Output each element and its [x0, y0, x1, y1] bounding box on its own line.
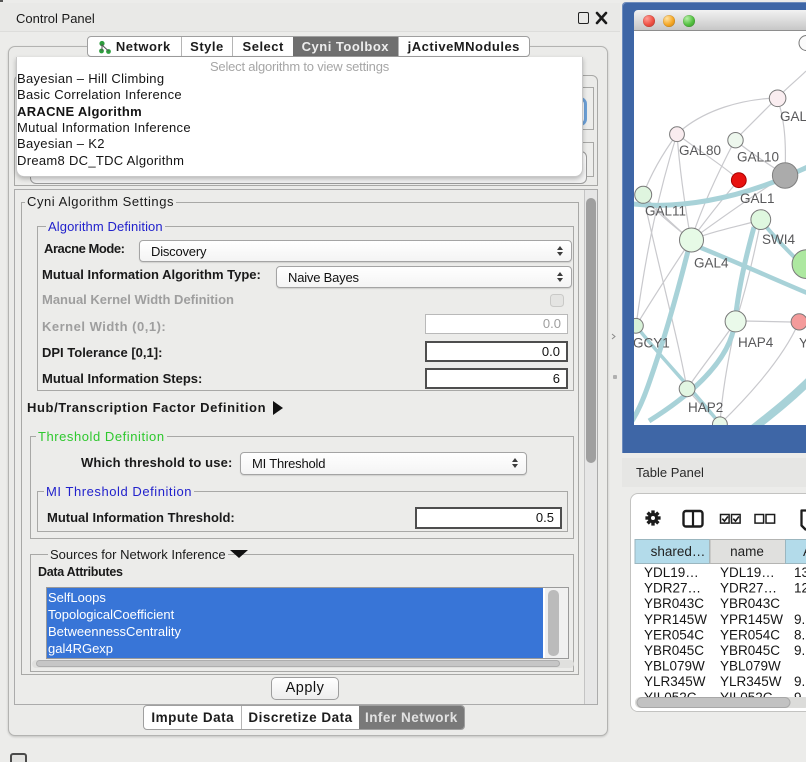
svg-text:GAL4: GAL4: [694, 256, 729, 271]
svg-text:YBL079W: YBL079W: [720, 659, 781, 674]
svg-text:GAL80: GAL80: [679, 143, 721, 158]
svg-text:HAP2: HAP2: [688, 400, 723, 415]
svg-text:YPR145W: YPR145W: [644, 612, 707, 627]
svg-text:YDR27…: YDR27…: [720, 581, 777, 596]
svg-text:YJ: YJ: [799, 336, 806, 351]
svg-text:12: 12: [794, 581, 806, 596]
svg-text:YLR345W: YLR345W: [644, 674, 706, 689]
svg-text:GCY1: GCY1: [634, 336, 670, 351]
svg-text:8.: 8.: [794, 627, 805, 642]
svg-text:9.: 9.: [794, 643, 805, 658]
svg-text:13: 13: [794, 565, 806, 580]
svg-text:YER054C: YER054C: [644, 627, 704, 642]
svg-text:YBR045C: YBR045C: [644, 643, 704, 658]
svg-text:YER054C: YER054C: [720, 627, 780, 642]
svg-text:SWI4: SWI4: [762, 232, 795, 247]
svg-text:YBR043C: YBR043C: [644, 596, 704, 611]
svg-text:GAL10: GAL10: [737, 150, 779, 165]
svg-text:GAL2: GAL2: [780, 109, 806, 124]
svg-text:YBR043C: YBR043C: [720, 596, 780, 611]
svg-text:HAP4: HAP4: [738, 335, 774, 350]
svg-text:9.: 9.: [794, 612, 805, 627]
svg-text:YDL19…: YDL19…: [720, 565, 775, 580]
svg-text:name: name: [730, 544, 764, 559]
svg-text:shared…: shared…: [651, 544, 706, 559]
svg-text:YDL19…: YDL19…: [644, 565, 699, 580]
svg-text:YBL079W: YBL079W: [644, 659, 705, 674]
svg-text:YLR345W: YLR345W: [720, 674, 782, 689]
svg-text:GAL11: GAL11: [645, 204, 686, 219]
svg-text:GAL1: GAL1: [740, 191, 775, 206]
svg-text:YDR27…: YDR27…: [644, 581, 701, 596]
svg-text:9.: 9.: [794, 674, 805, 689]
svg-text:YPR145W: YPR145W: [720, 612, 783, 627]
svg-text:YBR045C: YBR045C: [720, 643, 780, 658]
